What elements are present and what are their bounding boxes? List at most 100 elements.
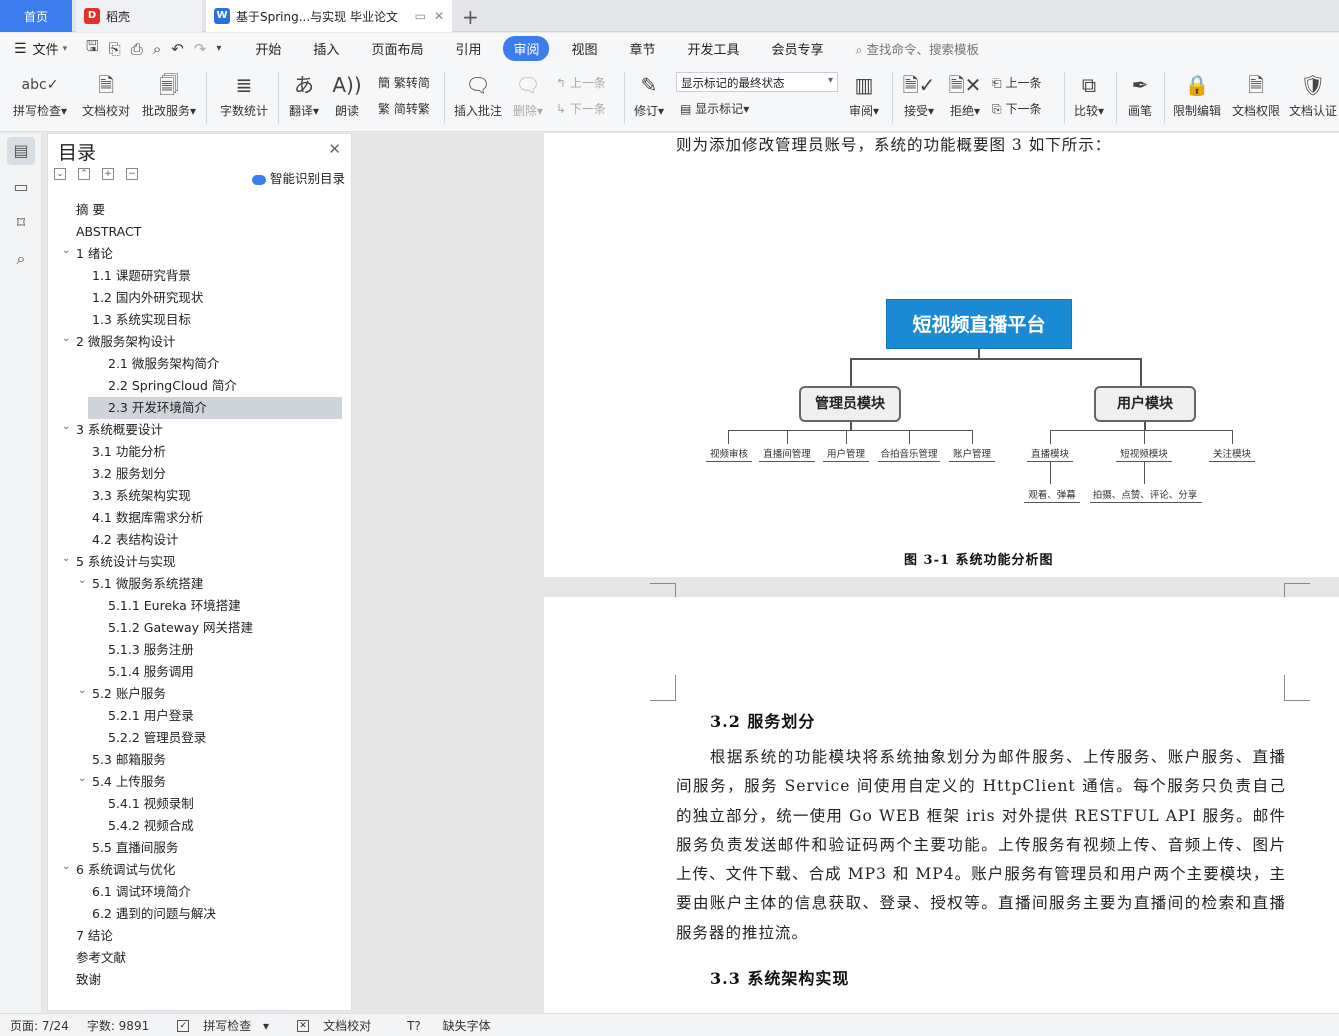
redo-icon[interactable]: ↷ bbox=[194, 40, 207, 58]
print-preview-icon[interactable]: ⌕ bbox=[153, 40, 161, 58]
to-simplified-button[interactable]: 繁 简转繁 bbox=[378, 100, 430, 117]
toc-item[interactable]: 6.1 调试环境简介 bbox=[48, 881, 351, 903]
toc-item[interactable]: 5.4.2 视频合成 bbox=[48, 815, 351, 837]
doc-proof-button[interactable]: 🗎 文档校对 bbox=[80, 70, 132, 119]
chevron-down-icon[interactable]: ⌄ bbox=[78, 570, 86, 592]
chevron-down-icon[interactable]: ⌄ bbox=[62, 548, 70, 570]
toc-item[interactable]: 摘 要 bbox=[48, 199, 351, 221]
print-icon[interactable]: ⎙ bbox=[131, 40, 143, 58]
toc-item[interactable]: ⌄ 1 绪论 bbox=[48, 243, 351, 265]
menu-tab-0[interactable]: 开始 bbox=[245, 36, 291, 61]
export-pdf-icon[interactable]: ⎘ bbox=[109, 40, 121, 58]
menu-tab-3[interactable]: 引用 bbox=[445, 36, 491, 61]
read-aloud-button[interactable]: A)) 朗读 bbox=[330, 70, 364, 119]
toc-item[interactable]: 1.2 国内外研究现状 bbox=[48, 287, 351, 309]
show-markup-button[interactable]: ▤ 显示标记▾ bbox=[680, 100, 749, 117]
chevron-down-icon[interactable]: ⌄ bbox=[62, 328, 70, 350]
paragraph[interactable]: 则为添加修改管理员账号，系统的功能概要图 3 如下所示： bbox=[676, 133, 1286, 160]
chevron-down-icon[interactable]: ⌄ bbox=[78, 680, 86, 702]
add-heading-icon[interactable]: + bbox=[102, 168, 114, 180]
track-changes-button[interactable]: ✎ 修订▾ bbox=[630, 70, 668, 119]
toc-item[interactable]: 5.2.1 用户登录 bbox=[48, 705, 351, 727]
toc-item[interactable]: ⌄ 3 系统概要设计 bbox=[48, 419, 351, 441]
toc-item[interactable]: 3.3 系统架构实现 bbox=[48, 485, 351, 507]
customize-icon[interactable]: ▾ bbox=[216, 43, 221, 54]
doc-permission-button[interactable]: 🗎 文档权限 bbox=[1230, 70, 1282, 119]
toc-item[interactable]: ABSTRACT bbox=[48, 221, 351, 243]
bookmark-icon[interactable]: ⌑ bbox=[7, 209, 35, 237]
search-command[interactable]: ⌕ 查找命令、搜索模板 bbox=[856, 39, 980, 58]
close-icon[interactable]: ✕ bbox=[328, 140, 341, 158]
menu-tab-2[interactable]: 页面布局 bbox=[361, 36, 433, 61]
menu-tab-1[interactable]: 插入 bbox=[303, 36, 349, 61]
toc-item[interactable]: 3.1 功能分析 bbox=[48, 441, 351, 463]
chevron-down-icon[interactable]: ⌄ bbox=[62, 416, 70, 438]
delete-comment-button[interactable]: 🗨 删除▾ bbox=[510, 70, 546, 119]
toc-item[interactable]: 4.1 数据库需求分析 bbox=[48, 507, 351, 529]
toc-item[interactable]: ⌄ 5.4 上传服务 bbox=[48, 771, 351, 793]
word-count-indicator[interactable]: 字数: 9891 bbox=[87, 1017, 149, 1034]
toc-panel-icon[interactable]: ▤ bbox=[7, 137, 35, 165]
remove-heading-icon[interactable]: − bbox=[126, 168, 138, 180]
chapter-nav-icon[interactable]: ▭ bbox=[7, 173, 35, 201]
doc-proof-toggle[interactable]: ✕ 文档校对 bbox=[287, 1017, 379, 1034]
doc-cert-button[interactable]: 🛡 文档认证 bbox=[1288, 70, 1338, 119]
toc-item[interactable]: 5.1.2 Gateway 网关搭建 bbox=[48, 617, 351, 639]
markup-state-select[interactable]: 显示标记的最终状态 ▾ bbox=[676, 72, 838, 92]
toc-item[interactable]: 5.1.1 Eureka 环境搭建 bbox=[48, 595, 351, 617]
page-indicator[interactable]: 页面: 7/24 bbox=[10, 1017, 69, 1034]
menu-tab-7[interactable]: 开发工具 bbox=[678, 36, 750, 61]
toc-item[interactable]: 5.5 直播间服务 bbox=[48, 837, 351, 859]
menu-tab-6[interactable]: 章节 bbox=[620, 36, 666, 61]
menu-tab-8[interactable]: 会员专享 bbox=[762, 36, 834, 61]
next-change-button[interactable]: ⎘ 下一条 bbox=[992, 100, 1041, 117]
menu-tab-4[interactable]: 审阅 bbox=[503, 36, 550, 61]
word-count-button[interactable]: ≣ 字数统计 bbox=[218, 70, 270, 119]
chevron-down-icon[interactable]: ⌄ bbox=[62, 856, 70, 878]
toc-item[interactable]: 1.1 课题研究背景 bbox=[48, 265, 351, 287]
reject-button[interactable]: 🗎✕ 拒绝▾ bbox=[946, 70, 984, 119]
save-icon[interactable]: 🖫 bbox=[86, 36, 99, 61]
toc-item[interactable]: ⌄ 5.1 微服务系统搭建 bbox=[48, 573, 351, 595]
next-comment-button[interactable]: ↳ 下一条 bbox=[556, 100, 606, 117]
smart-toc-button[interactable]: 智能识别目录 bbox=[251, 168, 345, 187]
missing-font-button[interactable]: T? 缺失字体 bbox=[397, 1017, 499, 1034]
toc-item[interactable]: 7 结论 bbox=[48, 925, 351, 947]
spellcheck-button[interactable]: abc✓ 拼写检查▾ bbox=[10, 70, 70, 119]
toc-item[interactable]: 3.2 服务划分 bbox=[48, 463, 351, 485]
toc-item[interactable]: 2.3 开发环境简介 bbox=[88, 397, 342, 419]
tab-document[interactable]: W 基于Spring...与实现 毕业论文 ▭ ✕ bbox=[206, 0, 452, 32]
expand-all-icon[interactable]: ⌄ bbox=[54, 168, 66, 180]
chevron-down-icon[interactable]: ⌄ bbox=[78, 768, 86, 790]
toc-item[interactable]: 2.2 SpringCloud 简介 bbox=[48, 375, 351, 397]
toc-item[interactable]: 致谢 bbox=[48, 969, 351, 991]
file-menu[interactable]: ☰ 文件 ▾ bbox=[0, 39, 86, 59]
search-icon[interactable]: ⌕ bbox=[7, 245, 35, 273]
spellcheck-toggle[interactable]: ✓ 拼写检查 ▾ bbox=[167, 1017, 269, 1034]
toc-item[interactable]: ⌄ 5.2 账户服务 bbox=[48, 683, 351, 705]
tab-pin-icon[interactable]: ▭ bbox=[415, 9, 426, 23]
undo-icon[interactable]: ↶ bbox=[171, 40, 184, 58]
tab-home[interactable]: 首页 bbox=[0, 0, 72, 32]
to-traditional-button[interactable]: 簡 繁转简 bbox=[378, 74, 430, 91]
toc-item[interactable]: 6.2 遇到的问题与解决 bbox=[48, 903, 351, 925]
toc-item[interactable]: 1.3 系统实现目标 bbox=[48, 309, 351, 331]
batch-service-button[interactable]: 🗐 批改服务▾ bbox=[140, 70, 198, 119]
toc-item[interactable]: 参考文献 bbox=[48, 947, 351, 969]
insert-comment-button[interactable]: 🗨 插入批注 bbox=[452, 70, 504, 119]
toc-item[interactable]: ⌄ 6 系统调试与优化 bbox=[48, 859, 351, 881]
restrict-edit-button[interactable]: 🔒 限制编辑 bbox=[1170, 70, 1224, 119]
toc-item[interactable]: 5.1.3 服务注册 bbox=[48, 639, 351, 661]
accept-button[interactable]: 🗎✓ 接受▾ bbox=[900, 70, 938, 119]
toc-item[interactable]: 5.4.1 视频录制 bbox=[48, 793, 351, 815]
toc-item[interactable]: 4.2 表结构设计 bbox=[48, 529, 351, 551]
toc-item[interactable]: ⌄ 5 系统设计与实现 bbox=[48, 551, 351, 573]
tab-close-icon[interactable]: ✕ bbox=[434, 9, 444, 23]
toc-item[interactable]: ⌄ 2 微服务架构设计 bbox=[48, 331, 351, 353]
pen-button[interactable]: ✒ 画笔 bbox=[1124, 70, 1156, 119]
toc-item[interactable]: 5.3 邮箱服务 bbox=[48, 749, 351, 771]
toc-item[interactable]: 5.2.2 管理员登录 bbox=[48, 727, 351, 749]
collapse-all-icon[interactable]: ⌃ bbox=[78, 168, 90, 180]
toc-item[interactable]: 2.1 微服务架构简介 bbox=[48, 353, 351, 375]
prev-change-button[interactable]: ⎗ 上一条 bbox=[992, 74, 1041, 91]
